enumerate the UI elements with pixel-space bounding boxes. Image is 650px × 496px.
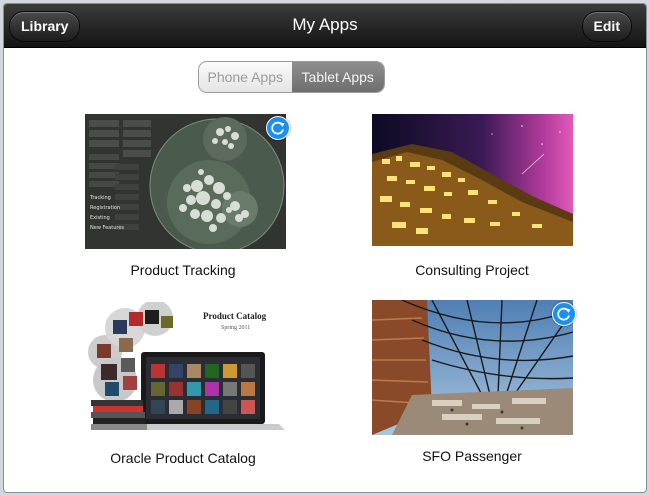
oracle-product-catalog-thumbnail[interactable]: Product Catalog Spring 2011 — [85, 302, 286, 437]
segment-phone-apps[interactable]: Phone Apps — [199, 62, 292, 92]
consulting-project-thumbnail[interactable] — [372, 114, 573, 246]
catalog-subheading: Spring 2011 — [221, 325, 251, 331]
product-tracking-thumbnail[interactable]: Tracking Registration Existing New Featu… — [85, 114, 286, 249]
app-name-label: Consulting Project — [415, 262, 529, 278]
app-window: Library My Apps Edit Phone Apps Tablet A… — [3, 3, 647, 493]
sidebar-label: Tracking — [90, 195, 111, 201]
sidebar-label: Registration — [90, 205, 121, 211]
app-type-segmented-control: Phone Apps Tablet Apps — [198, 61, 385, 93]
sidebar-label: Existing — [90, 215, 110, 221]
navigation-bar: Library My Apps Edit — [4, 4, 646, 48]
app-name-label: Product Tracking — [130, 262, 236, 278]
sync-badge[interactable] — [552, 302, 576, 326]
refresh-icon — [271, 121, 285, 135]
tracking-sidebar-labels: Tracking Registration Existing New Featu… — [90, 193, 124, 233]
app-name-label: Oracle Product Catalog — [110, 450, 256, 466]
page-title: My Apps — [292, 15, 358, 34]
sidebar-label: New Features — [90, 225, 124, 231]
edit-button[interactable]: Edit — [581, 11, 632, 42]
segment-tablet-apps[interactable]: Tablet Apps — [291, 62, 384, 92]
sfo-passenger-thumbnail[interactable] — [372, 300, 573, 435]
sync-badge[interactable] — [266, 116, 290, 140]
catalog-heading: Product Catalog — [203, 311, 267, 321]
refresh-icon — [557, 307, 571, 321]
app-name-label: SFO Passenger — [422, 448, 522, 464]
